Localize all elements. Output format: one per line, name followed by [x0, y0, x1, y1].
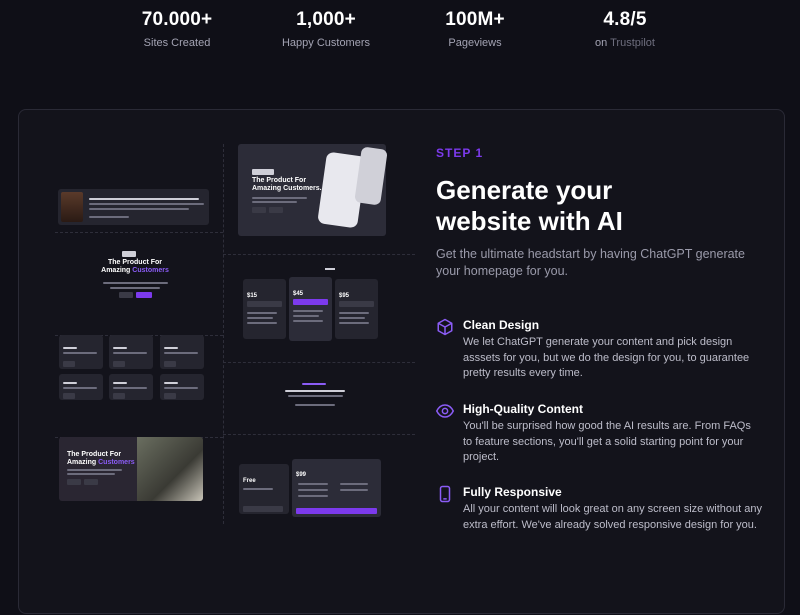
- feature-description: You'll be surprised how good the AI resu…: [463, 420, 751, 463]
- feature-title: High-Quality Content: [463, 402, 583, 416]
- trustpilot-link[interactable]: Trustpilot: [610, 37, 655, 49]
- feature-high-quality-content: High-Quality Content You'll be surprised…: [436, 402, 766, 472]
- feature-block: [160, 374, 204, 400]
- hero-image-block: The Product For Amazing Customers: [59, 437, 203, 501]
- app-hero-block: The Product For Amazing Customers.: [238, 144, 388, 236]
- grid-divider: [223, 434, 415, 435]
- stat-value: 1,000+: [296, 9, 356, 30]
- stat-label: Happy Customers: [281, 37, 371, 49]
- feature-title: Clean Design: [463, 318, 540, 332]
- avatar: [61, 192, 83, 222]
- grid-divider: [223, 362, 415, 363]
- feature-title: Fully Responsive: [463, 485, 562, 499]
- section-headline: Generate your website with AI: [436, 175, 623, 236]
- stat-value: 70.000+: [141, 9, 213, 30]
- cube-icon: [437, 318, 453, 336]
- grid-divider: [55, 232, 223, 233]
- feature-clean-design: Clean Design We let ChatGPT generate you…: [436, 318, 766, 388]
- feature-block: [109, 335, 153, 369]
- pricing-block: $15: [243, 279, 286, 339]
- hero-mini-title: The Product For Amazing Customers: [101, 259, 169, 274]
- stat-sites: 70.000+ Sites Created: [97, 9, 257, 49]
- step-content: STEP 1 Generate your website with AI Get…: [436, 146, 766, 280]
- feature-fully-responsive: Fully Responsive All your content will l…: [436, 485, 766, 555]
- stat-pageviews: 100M+ Pageviews: [395, 9, 555, 49]
- feature-description: We let ChatGPT generate your content and…: [463, 336, 750, 379]
- grid-divider: [223, 254, 415, 255]
- office-photo: [137, 437, 203, 501]
- pricing-block: $45: [289, 277, 332, 341]
- stat-label: Sites Created: [143, 37, 211, 49]
- step-label: STEP 1: [436, 146, 484, 160]
- grid-divider: [223, 144, 224, 524]
- feature-description: All your content will look great on any …: [463, 503, 762, 531]
- stat-customers: 1,000+ Happy Customers: [246, 9, 406, 49]
- stat-value: 4.8/5: [603, 9, 647, 30]
- testimonial-block: [58, 189, 209, 225]
- pricing-block: $95: [335, 279, 378, 339]
- stat-rating: 4.8/5 on Trustpilot: [545, 9, 705, 49]
- website-blocks-collage: The Product For Amazing Customers The Pr…: [55, 134, 415, 524]
- pricing-block: $99: [292, 459, 381, 517]
- mobile-icon: [439, 485, 451, 503]
- stat-label: on Trustpilot: [595, 37, 655, 49]
- stats-bar: 70.000+ Sites Created 1,000+ Happy Custo…: [0, 0, 800, 70]
- feature-block: [59, 335, 103, 369]
- pricing-block: Free: [239, 464, 289, 514]
- feature-block: [59, 374, 103, 400]
- section-subtitle: Get the ultimate headstart by having Cha…: [436, 247, 745, 278]
- feature-block: [109, 374, 153, 400]
- stat-value: 100M+: [445, 9, 505, 30]
- stat-label: Pageviews: [448, 37, 502, 49]
- eye-icon: [436, 404, 454, 418]
- feature-card: The Product For Amazing Customers The Pr…: [18, 109, 785, 614]
- feature-block: [160, 335, 204, 369]
